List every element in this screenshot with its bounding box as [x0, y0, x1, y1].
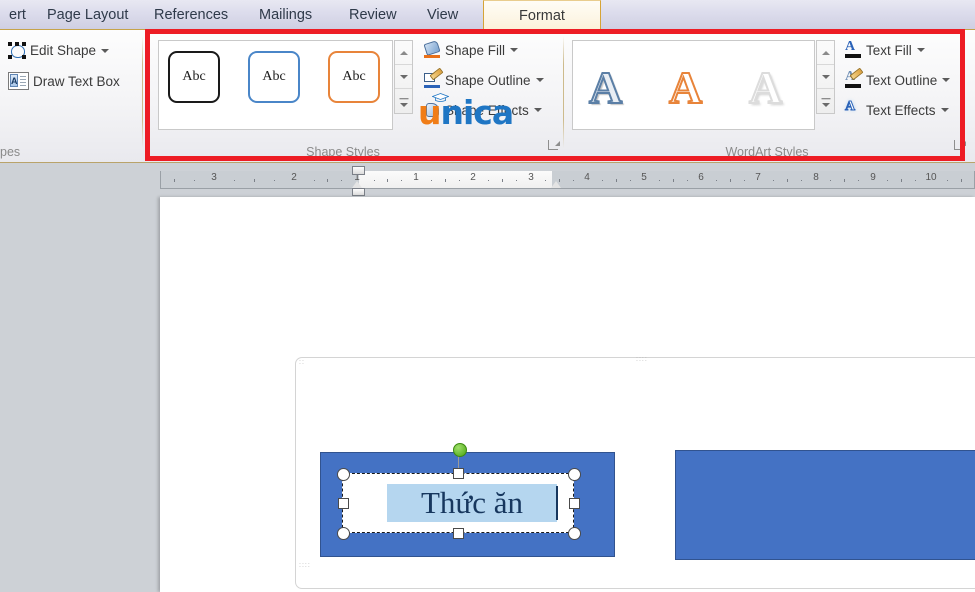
- handle-edge-n[interactable]: [453, 468, 464, 479]
- text-fill-icon: A: [845, 40, 862, 58]
- rotate-handle[interactable]: [453, 443, 467, 457]
- shape-styles-gallery[interactable]: Abc Abc Abc: [158, 40, 393, 130]
- group-label-wordart-styles: WordArt Styles: [725, 145, 809, 159]
- first-line-indent-marker[interactable]: [352, 166, 365, 175]
- shape-outline-label: Shape Outline: [445, 72, 531, 88]
- shape-styles-more[interactable]: [395, 89, 412, 113]
- text-effects-button[interactable]: A Text Effects: [844, 99, 949, 118]
- frame-grip-w[interactable]: ::::: [299, 562, 311, 569]
- ruler-label-r4: 4: [584, 172, 590, 183]
- chevron-down-icon[interactable]: [916, 48, 925, 52]
- unica-watermark-logo: unica: [418, 93, 515, 132]
- tab-review[interactable]: Review: [340, 0, 406, 30]
- wordart-style-orange[interactable]: A: [668, 64, 703, 112]
- shape-style-blue[interactable]: Abc: [248, 51, 300, 103]
- ruler-left-margin: [161, 171, 359, 188]
- group-divider-2: [563, 36, 564, 148]
- draw-text-box-button[interactable]: A Draw Text Box: [8, 72, 120, 90]
- handle-corner-nw[interactable]: [337, 468, 350, 481]
- wordart-styles-more[interactable]: [817, 89, 834, 113]
- graduation-cap-icon: [432, 93, 449, 102]
- handle-edge-s[interactable]: [453, 528, 464, 539]
- shape-outline-button[interactable]: Shape Outline: [424, 67, 544, 88]
- chevron-down-icon[interactable]: [510, 48, 519, 52]
- shape-style-orange[interactable]: Abc: [328, 51, 380, 103]
- wordart-styles-gallery[interactable]: A A A: [572, 40, 815, 130]
- hanging-indent-marker[interactable]: [352, 181, 362, 188]
- group-divider-1: [142, 36, 143, 148]
- ruler-label-r7: 7: [755, 172, 761, 183]
- left-indent-marker[interactable]: [352, 188, 365, 196]
- frame-grip-nw[interactable]: ::: [299, 359, 305, 366]
- group-label-insert-shapes: pes: [0, 145, 21, 159]
- text-fill-label: Text Fill: [866, 42, 912, 58]
- chevron-down-icon[interactable]: [533, 108, 542, 112]
- ruler-label-r5: 5: [641, 172, 647, 183]
- chevron-down-icon[interactable]: [940, 108, 949, 112]
- paint-bucket-icon: [423, 40, 441, 58]
- ruler-label-l3: 3: [211, 172, 217, 183]
- text-fill-button[interactable]: A Text Fill: [845, 40, 925, 58]
- chevron-down-icon[interactable]: [942, 78, 951, 82]
- ribbon-tab-bar: ert Page Layout References Mailings Revi…: [0, 0, 975, 30]
- wordart-style-white[interactable]: A: [748, 64, 783, 112]
- edit-shape-label: Edit Shape: [30, 43, 97, 58]
- tab-references[interactable]: References: [145, 0, 237, 30]
- chevron-down-icon[interactable]: [101, 48, 110, 53]
- handle-corner-ne[interactable]: [568, 468, 581, 481]
- ruler-label-r6: 6: [698, 172, 704, 183]
- wordart-styles-scroll-up[interactable]: [817, 41, 834, 65]
- draw-text-box-label: Draw Text Box: [33, 73, 120, 89]
- shape-styles-scroll-down[interactable]: [395, 65, 412, 89]
- tab-mailings[interactable]: Mailings: [250, 0, 321, 30]
- text-effects-icon: A: [844, 99, 856, 114]
- handle-edge-w[interactable]: [338, 498, 349, 509]
- text-effects-label: Text Effects: [866, 102, 936, 118]
- ruler-label-r3: 3: [528, 172, 534, 183]
- tab-format[interactable]: Format: [483, 0, 601, 30]
- handle-corner-se[interactable]: [568, 527, 581, 540]
- shape-fill-button[interactable]: Shape Fill: [423, 40, 519, 58]
- wordart-styles-scroll-down[interactable]: [817, 65, 834, 89]
- ruler-label-l2: 2: [291, 172, 297, 183]
- draw-text-box-icon: A: [8, 72, 29, 90]
- ruler-label-r8: 8: [813, 172, 819, 183]
- wordart-style-gray[interactable]: A: [588, 64, 623, 112]
- ruler-label-r10: 10: [925, 172, 937, 183]
- text-outline-label: Text Outline: [866, 72, 938, 88]
- unica-nica: nica: [440, 93, 515, 132]
- shape-styles-scroller[interactable]: [394, 40, 413, 114]
- right-indent-marker[interactable]: [551, 181, 561, 188]
- shape-fill-label: Shape Fill: [445, 42, 506, 58]
- chevron-down-icon[interactable]: [535, 78, 544, 82]
- group-label-shape-styles: Shape Styles: [306, 145, 380, 159]
- tab-page-layout[interactable]: Page Layout: [38, 0, 137, 30]
- blue-rectangle-plain[interactable]: [675, 450, 975, 560]
- text-box-text[interactable]: Thức ăn: [387, 484, 557, 522]
- pencil-outline-icon: [424, 67, 444, 88]
- ruler-label-r9: 9: [870, 172, 876, 183]
- horizontal-ruler[interactable]: 3 2 1 1 2 3 4 5 6 7 8 9 10: [160, 171, 975, 189]
- shape-style-black[interactable]: Abc: [168, 51, 220, 103]
- text-caret: [556, 486, 558, 520]
- text-outline-icon: A: [845, 67, 864, 88]
- wordart-styles-scroller[interactable]: [816, 40, 835, 114]
- frame-grip-n[interactable]: ::::: [636, 356, 648, 363]
- tab-view[interactable]: View: [418, 0, 467, 30]
- shape-styles-dialog-launcher[interactable]: [548, 140, 560, 152]
- handle-edge-e[interactable]: [569, 498, 580, 509]
- shape-styles-scroll-up[interactable]: [395, 41, 412, 65]
- text-outline-button[interactable]: A Text Outline: [845, 67, 951, 88]
- ruler-label-r2: 2: [470, 172, 476, 183]
- handle-corner-sw[interactable]: [337, 527, 350, 540]
- tab-insert[interactable]: ert: [0, 0, 35, 30]
- edit-shape-button[interactable]: Edit Shape: [8, 42, 110, 59]
- edit-shape-icon: [8, 42, 26, 59]
- ruler-label-r1: 1: [413, 172, 419, 183]
